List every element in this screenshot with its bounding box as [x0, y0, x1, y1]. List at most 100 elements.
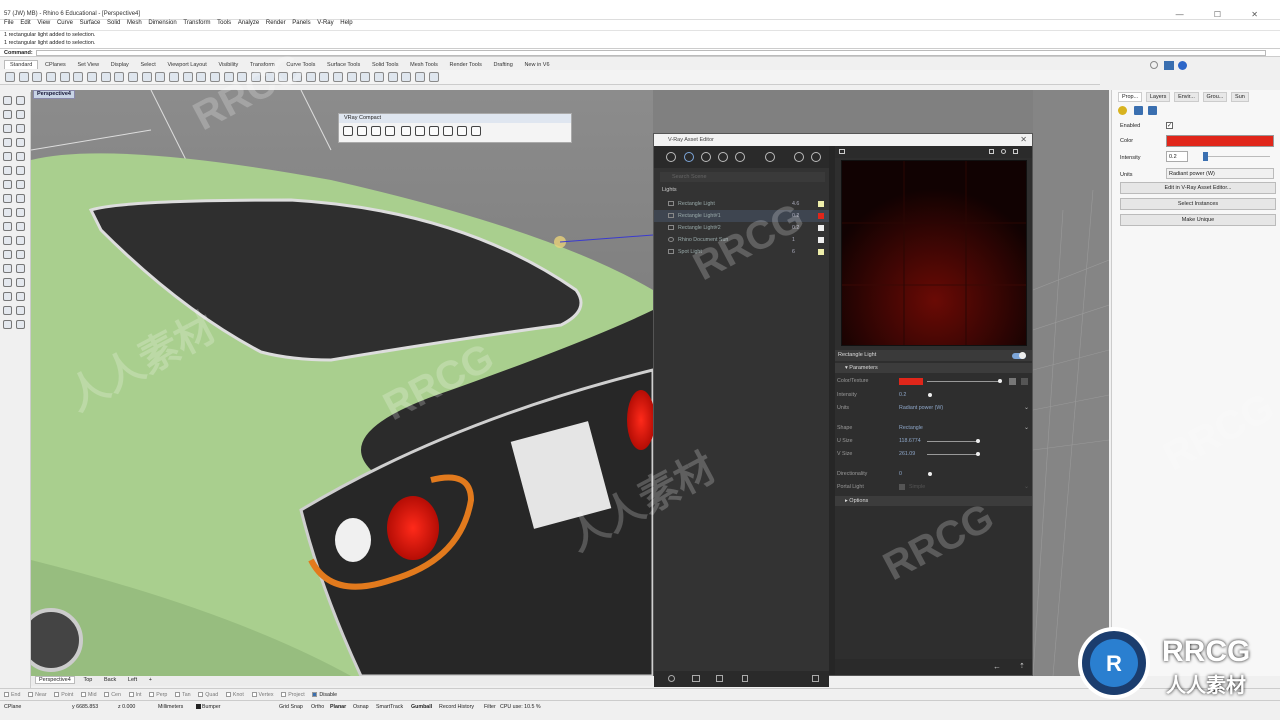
import-icon[interactable] — [59, 72, 70, 82]
tab-set-view[interactable]: Set View — [72, 61, 104, 69]
gear-icon[interactable] — [1150, 61, 1158, 69]
tab-mesh-tools[interactable]: Mesh Tools — [405, 61, 443, 69]
tab-perspective4[interactable]: Perspective4 — [35, 676, 75, 684]
tab-surface-tools[interactable]: Surface Tools — [322, 61, 365, 69]
render-teapot-icon[interactable] — [794, 152, 804, 162]
slider-knob[interactable] — [998, 379, 1002, 383]
copy-icon[interactable] — [87, 72, 98, 82]
point-icon[interactable] — [16, 96, 25, 105]
tab-left[interactable]: Left — [125, 677, 140, 683]
chevron-down-icon[interactable]: ⌄ — [1024, 403, 1029, 413]
tab-viewport-layout[interactable]: Viewport Layout — [162, 61, 211, 69]
object-icon[interactable] — [1118, 106, 1127, 115]
options-section[interactable]: ▸ Options — [835, 496, 1032, 506]
ies-light-icon[interactable] — [443, 126, 453, 136]
sphere-icon[interactable] — [3, 194, 12, 203]
rotate-icon[interactable] — [16, 264, 25, 273]
rectangle-icon[interactable] — [16, 138, 25, 147]
undo-view-icon[interactable] — [210, 72, 221, 82]
zoom-extents-icon[interactable] — [182, 72, 193, 82]
new-file-icon[interactable] — [5, 72, 15, 82]
text-icon[interactable] — [3, 166, 12, 175]
dimension-icon[interactable] — [16, 292, 25, 301]
asset-editor-title[interactable]: V-Ray Asset Editor — [654, 134, 1032, 146]
portal-checkbox[interactable] — [899, 484, 905, 490]
geometry-icon[interactable] — [701, 152, 711, 162]
render-preview-icon[interactable] — [387, 72, 398, 82]
search-input[interactable]: Search Scene — [660, 172, 825, 182]
curve-icon[interactable] — [16, 110, 25, 119]
dock-icon[interactable] — [1164, 61, 1174, 70]
vray-compact-title[interactable]: VRay Compact — [339, 114, 571, 123]
boolean-icon[interactable] — [3, 208, 12, 217]
render-elements-icon[interactable] — [735, 152, 745, 162]
tab-solid-tools[interactable]: Solid Tools — [367, 61, 404, 69]
render-icon[interactable] — [346, 72, 357, 82]
hide-icon[interactable] — [278, 72, 289, 82]
materials-icon[interactable] — [666, 152, 676, 162]
window-controls[interactable]: — ☐ ✕ — [1176, 10, 1272, 19]
proxy-icon[interactable] — [471, 126, 481, 136]
menu-render[interactable]: Render — [266, 20, 286, 26]
rect-light-icon[interactable] — [401, 126, 411, 136]
shape-dropdown[interactable]: Rectangle — [899, 423, 923, 433]
polyline-icon[interactable] — [3, 110, 12, 119]
osnap-project[interactable]: Project — [281, 692, 305, 698]
current-layer[interactable]: Bumper — [202, 704, 221, 710]
tab-back[interactable]: Back — [101, 677, 119, 683]
ellipse-icon[interactable] — [3, 138, 12, 147]
command-input[interactable] — [36, 50, 1266, 56]
slider-knob[interactable] — [976, 439, 980, 443]
menu-surface[interactable]: Surface — [80, 20, 101, 26]
osnap-perp[interactable]: Perp — [149, 692, 167, 698]
zoom-icon[interactable] — [155, 72, 166, 82]
circle-icon[interactable] — [3, 124, 12, 133]
surface-icon[interactable] — [16, 166, 25, 175]
osnap-near[interactable]: Near — [28, 692, 47, 698]
slider-knob[interactable] — [928, 393, 932, 397]
textures-icon[interactable] — [718, 152, 728, 162]
viewport-layout-icon[interactable] — [223, 72, 234, 82]
help-icon[interactable] — [1178, 61, 1187, 70]
cut-icon[interactable] — [73, 72, 84, 82]
properties-icon[interactable] — [319, 72, 330, 82]
preview-scene-icon[interactable] — [1001, 149, 1006, 154]
enabled-checkbox[interactable]: ✓ — [1166, 122, 1173, 129]
spot-light-icon[interactable] — [429, 126, 439, 136]
menu-solid[interactable]: Solid — [107, 20, 120, 26]
light-icon[interactable] — [333, 72, 344, 82]
layer-swatch[interactable] — [196, 704, 201, 709]
menu-edit[interactable]: Edit — [20, 20, 30, 26]
gumball-toggle[interactable]: Gumball — [411, 704, 432, 710]
pan-icon[interactable] — [128, 72, 139, 82]
texture-map-icon[interactable] — [1021, 378, 1028, 385]
osnap-quad[interactable]: Quad — [198, 692, 218, 698]
freeform-icon[interactable] — [16, 152, 25, 161]
material-icon[interactable] — [360, 72, 371, 82]
slider-knob[interactable] — [928, 472, 932, 476]
menu-analyze[interactable]: Analyze — [238, 20, 259, 26]
list-item[interactable]: Rectangle Light#2 0.2 — [654, 222, 829, 234]
lights-icon[interactable] — [684, 152, 694, 162]
shade-icon[interactable] — [374, 72, 385, 82]
osnap-point[interactable]: Point — [54, 692, 73, 698]
sphere-icon[interactable] — [401, 72, 412, 82]
slider-knob[interactable] — [1203, 152, 1208, 161]
chevron-down-icon[interactable]: ⌄ — [1024, 423, 1029, 433]
filter-toggle[interactable]: Filter — [484, 704, 496, 710]
osnap-tan[interactable]: Tan — [175, 692, 191, 698]
portal-mode-dropdown[interactable]: Simple — [909, 482, 925, 492]
directionality-field[interactable]: 0 — [899, 469, 902, 479]
menu-mesh[interactable]: Mesh — [127, 20, 142, 26]
tools-icon[interactable] — [812, 675, 819, 682]
osnap-int[interactable]: Int — [128, 692, 142, 698]
osnap-mid[interactable]: Mid — [81, 692, 97, 698]
scale-icon[interactable] — [3, 278, 12, 287]
fillet-icon[interactable] — [16, 208, 25, 217]
light-enabled-toggle[interactable] — [1012, 352, 1026, 359]
save-icon[interactable] — [32, 72, 43, 82]
mesh-icon[interactable] — [3, 222, 12, 231]
copy-icon[interactable] — [3, 264, 12, 273]
save-icon[interactable] — [716, 675, 723, 682]
hatch-icon[interactable] — [3, 306, 12, 315]
